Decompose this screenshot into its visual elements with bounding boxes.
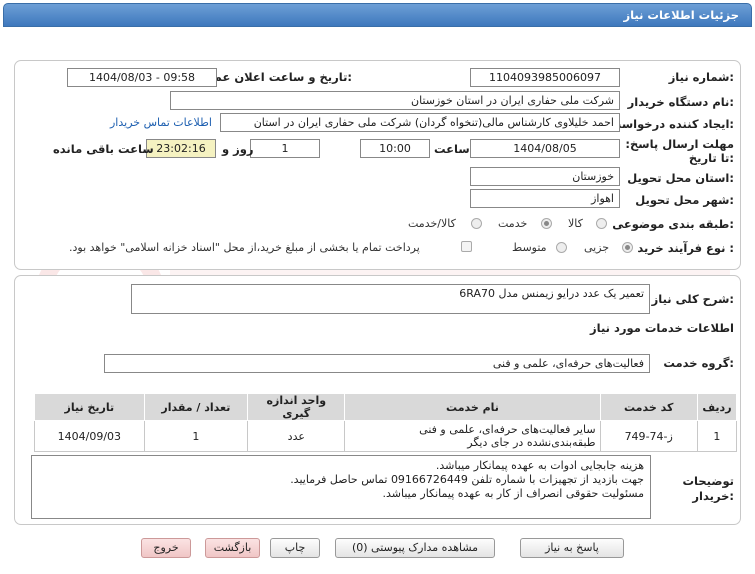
deadline-time-field[interactable]: 10:00 <box>360 139 430 158</box>
process-small-label: جزیی <box>584 241 610 254</box>
treasury-payment-note: پرداخت تمام یا بخشی از مبلغ خرید،از محل … <box>69 241 420 254</box>
window-titlebar: جزئیات اطلاعات نیاز <box>3 3 752 27</box>
table-header-row: ردیف کد خدمت نام خدمت واحد اندازه گیری ت… <box>34 393 738 421</box>
process-medium-label: متوسط <box>512 241 547 254</box>
province-field[interactable]: خوزستان <box>470 167 620 186</box>
col-code: کد خدمت <box>599 393 698 421</box>
cell-row: 1 <box>696 420 738 452</box>
process-small-radio[interactable] <box>622 242 633 253</box>
service-group-label: گروه خدمت: <box>663 356 734 370</box>
creator-label: ایجاد کننده درخواست: <box>609 117 734 131</box>
announce-date-field[interactable]: 1404/08/03 - 09:58 <box>67 68 217 87</box>
days-field[interactable]: 1 <box>250 139 320 158</box>
remaining-label: ساعت باقی مانده <box>53 142 154 156</box>
buyer-notes-line: جهت بازدید از تجهیزات با شماره تلفن 0916… <box>290 473 644 486</box>
window-title: جزئیات اطلاعات نیاز <box>623 8 739 22</box>
process-medium-radio[interactable] <box>556 242 567 253</box>
buyer-field[interactable]: شرکت ملی حفاری ایران در استان خوزستان <box>170 91 620 110</box>
buyer-label: نام دستگاه خریدار: <box>627 95 734 109</box>
reply-button[interactable]: پاسخ به نیاز <box>520 538 624 558</box>
back-button[interactable]: بازگشت <box>205 538 260 558</box>
buyer-notes-line: مسئولیت حقوقی انصراف از کار به عهده پیما… <box>382 487 644 500</box>
col-qty: تعداد / مقدار <box>143 393 249 421</box>
cell-code: ز-74-749 <box>599 420 698 452</box>
category-service-radio[interactable] <box>541 218 552 229</box>
deadline-label: مهلت ارسال پاسخ: تا تاریخ: <box>625 137 734 165</box>
city-field[interactable]: اهواز <box>470 189 620 208</box>
exit-button[interactable]: خروج <box>141 538 191 558</box>
col-unit: واحد اندازه گیری <box>247 393 346 421</box>
view-attachments-button[interactable]: مشاهده مدارک پیوستی (0) <box>335 538 495 558</box>
deadline-time-label: ساعت <box>434 142 470 156</box>
cell-qty: 1 <box>143 420 249 452</box>
city-label: شهر محل تحویل: <box>635 193 734 207</box>
summary-label: شرح کلی نیاز: <box>651 292 734 306</box>
cell-unit: عدد <box>247 420 346 452</box>
cell-date: 1404/09/03 <box>34 420 145 452</box>
category-both-label: کالا/خدمت <box>408 217 456 230</box>
buyer-notes-label: توضیحات خریدار: <box>682 474 735 503</box>
treasury-payment-checkbox[interactable] <box>461 241 472 252</box>
days-label: روز و <box>222 142 254 156</box>
print-button[interactable]: چاپ <box>270 538 320 558</box>
buyer-notes-field[interactable]: هزینه جابجایی ادوات به عهده پیمانکار میب… <box>31 455 651 519</box>
col-row: ردیف <box>696 393 738 421</box>
cell-name: سایر فعالیت‌های حرفه‌ای، علمی و فنی طبقه… <box>344 420 601 452</box>
process-type-label: نوع فرآیند خرید : <box>637 241 734 255</box>
creator-field[interactable]: احمد خلیلاوی کارشناس مالی(تنخواه گردان) … <box>220 113 620 132</box>
col-name: نام خدمت <box>344 393 601 421</box>
province-label: استان محل تحویل: <box>627 171 734 185</box>
table-row[interactable]: 1 ز-74-749 سایر فعالیت‌های حرفه‌ای، علمی… <box>34 420 738 452</box>
buyer-notes-line: هزینه جابجایی ادوات به عهده پیمانکار میب… <box>435 459 644 472</box>
deadline-date-field[interactable]: 1404/08/05 <box>470 139 620 158</box>
summary-field[interactable]: تعمیر یک عدد درایو زیمنس مدل 6RA70 <box>131 284 650 314</box>
category-both-radio[interactable] <box>471 218 482 229</box>
service-group-field[interactable]: فعالیت‌های حرفه‌ای، علمی و فنی <box>104 354 650 373</box>
col-date: تاریخ نیاز <box>34 393 145 421</box>
category-label: طبقه بندی موضوعی: <box>612 217 734 231</box>
need-number-field[interactable]: 1104093985006097 <box>470 68 620 87</box>
remaining-time-field[interactable]: 23:02:16 <box>146 139 216 158</box>
category-goods-radio[interactable] <box>596 218 607 229</box>
need-number-label: شماره نیاز: <box>668 70 734 84</box>
category-goods-label: کالا <box>568 217 583 230</box>
category-service-label: خدمت <box>498 217 528 230</box>
services-section-title: اطلاعات خدمات مورد نیاز <box>590 321 734 335</box>
buyer-contact-link[interactable]: اطلاعات تماس خریدار <box>110 116 212 129</box>
services-table: ردیف کد خدمت نام خدمت واحد اندازه گیری ت… <box>34 393 738 452</box>
